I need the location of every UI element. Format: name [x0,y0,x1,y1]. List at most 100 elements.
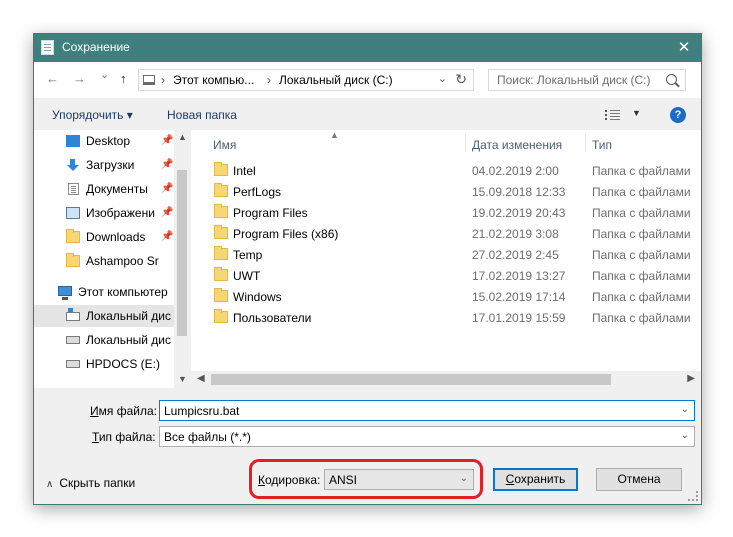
sidebar-item-label: Desktop [86,134,131,148]
sidebar-item-downloads[interactable]: Downloads 📌 [34,226,174,248]
file-type: Папка с файлами [592,290,691,304]
window-title: Сохранение [62,40,130,54]
folder-icon [214,183,228,197]
sidebar-item-label: Документы [86,182,148,196]
sidebar-item-label: Ashampoo Sr [86,254,159,268]
sidebar-item-label: Загрузки [86,158,135,172]
filename-value: Lumpicsru.bat [164,404,240,418]
file-date: 19.02.2019 20:43 [472,206,566,220]
table-row[interactable]: Program Files 19.02.2019 20:43 Папка с ф… [191,202,701,223]
image-icon [66,207,80,219]
pin-icon[interactable]: 📌 [161,183,173,194]
view-dropdown-icon[interactable]: ▼ [632,108,641,118]
refresh-button[interactable]: ↻ [455,71,467,88]
sidebar-item-local-disk-d[interactable]: Локальный дис [34,329,174,351]
filetype-value: Все файлы (*.*) [164,430,251,444]
encoding-value: ANSI [329,473,358,487]
recent-locations-button[interactable]: ⌄ [100,68,109,81]
breadcrumb-separator: › [267,73,271,87]
document-icon [68,183,79,195]
filetype-select[interactable]: Все файлы (*.*) ⌄ [159,426,695,447]
sidebar-item-this-pc[interactable]: Этот компьютер [34,281,174,303]
navigation-bar: ← → ⌄ ↑ › Этот компью... › Локальный дис… [34,62,701,98]
pin-icon[interactable]: 📌 [161,135,173,146]
help-icon[interactable]: ? [670,107,686,123]
file-list-scrollbar[interactable]: ◀ ▶ [191,371,701,388]
pin-icon[interactable]: 📌 [161,207,173,218]
new-folder-button[interactable]: Новая папка [167,108,237,122]
file-list: ▲ Имя Дата изменения Тип Intel 04.02.201… [191,130,701,388]
file-date: 15.09.2018 12:33 [472,185,566,199]
scrollbar-thumb[interactable] [177,170,187,336]
forward-button[interactable]: → [73,71,86,86]
file-type: Папка с файлами [592,206,691,220]
table-row[interactable]: Пользователи 17.01.2019 15:59 Папка с фа… [191,307,701,328]
sidebar-item-label: Локальный дис [86,309,171,323]
filename-input[interactable]: Lumpicsru.bat ⌄ [159,400,695,421]
sidebar-item-label: HPDOCS (E:) [86,357,161,371]
sidebar-item-label: Локальный дис [86,333,171,347]
chevron-down-icon: ⌄ [680,430,689,441]
sidebar-item-downloads-ru[interactable]: Загрузки 📌 [34,154,174,176]
filetype-label: Тип файла: [92,430,156,444]
hide-folders-button[interactable]: ∧ Скрыть папки [46,476,135,490]
view-options-icon[interactable] [605,110,621,120]
sidebar-scrollbar[interactable]: ▲ ▼ [174,130,190,388]
scroll-right-icon[interactable]: ▶ [687,373,695,384]
table-row[interactable]: Temp 27.02.2019 2:45 Папка с файлами [191,244,701,265]
column-divider[interactable] [585,134,586,152]
search-placeholder: Поиск: Локальный диск (C:) [497,73,651,87]
file-type: Папка с файлами [592,185,691,199]
address-dropdown-icon[interactable]: ⌄ [438,72,447,85]
sidebar-item-pictures[interactable]: Изображени 📌 [34,202,174,224]
sidebar-item-desktop[interactable]: Desktop 📌 [34,130,174,152]
download-icon [66,159,80,171]
sidebar-item-local-disk-c[interactable]: Локальный дис [34,305,174,327]
column-divider[interactable] [465,134,466,152]
scroll-up-icon[interactable]: ▲ [178,132,187,142]
drive-icon [66,336,80,344]
sidebar-item-hpdocs[interactable]: HPDOCS (E:) [34,353,174,375]
back-button[interactable]: ← [46,71,59,86]
table-row[interactable]: Windows 15.02.2019 17:14 Папка с файлами [191,286,701,307]
chevron-up-icon: ∧ [46,479,54,490]
pin-icon[interactable]: 📌 [161,231,173,242]
address-bar[interactable]: › Этот компью... › Локальный диск (C:) ⌄… [138,69,474,91]
folder-icon [214,246,228,260]
save-button[interactable]: Сохранить [493,468,578,491]
up-button[interactable]: ↑ [120,71,127,86]
scroll-down-icon[interactable]: ▼ [178,374,187,384]
resize-grip[interactable] [688,491,698,501]
pin-icon[interactable]: 📌 [161,159,173,170]
file-date: 17.01.2019 15:59 [472,311,566,325]
breadcrumb-this-pc[interactable]: Этот компью... [173,73,254,87]
folder-icon [214,288,228,302]
encoding-select[interactable]: ANSI ⌄ [324,469,474,490]
save-dialog: Сохранение ✕ ← → ⌄ ↑ › Этот компью... › … [33,33,702,505]
sidebar-item-documents[interactable]: Документы 📌 [34,178,174,200]
sidebar-item-label: Downloads [86,230,146,244]
table-row[interactable]: UWT 17.02.2019 13:27 Папка с файлами [191,265,701,286]
file-name: PerfLogs [233,185,282,199]
chevron-down-icon[interactable]: ⌄ [681,404,689,415]
sidebar-item-ashampoo[interactable]: Ashampoo Sr [34,250,174,272]
column-name[interactable]: Имя [213,138,236,152]
cancel-button[interactable]: Отмена [596,468,682,491]
scrollbar-thumb[interactable] [211,374,611,385]
breadcrumb-local-disk[interactable]: Локальный диск (C:) [279,73,393,87]
column-type[interactable]: Тип [592,138,612,152]
computer-icon [58,286,72,300]
folder-icon [66,253,80,267]
folder-icon [214,267,228,281]
file-name: Пользователи [233,311,312,325]
search-box[interactable]: Поиск: Локальный диск (C:) [488,69,686,91]
column-date[interactable]: Дата изменения [472,138,562,152]
organize-button[interactable]: Упорядочить ▾ [52,108,133,122]
file-name: Temp [233,248,263,262]
table-row[interactable]: Intel 04.02.2019 2:00 Папка с файлами [191,160,701,181]
file-date: 17.02.2019 13:27 [472,269,566,283]
table-row[interactable]: Program Files (x86) 21.02.2019 3:08 Папк… [191,223,701,244]
table-row[interactable]: PerfLogs 15.09.2018 12:33 Папка с файлам… [191,181,701,202]
close-button[interactable]: ✕ [673,37,695,59]
scroll-left-icon[interactable]: ◀ [197,373,205,384]
